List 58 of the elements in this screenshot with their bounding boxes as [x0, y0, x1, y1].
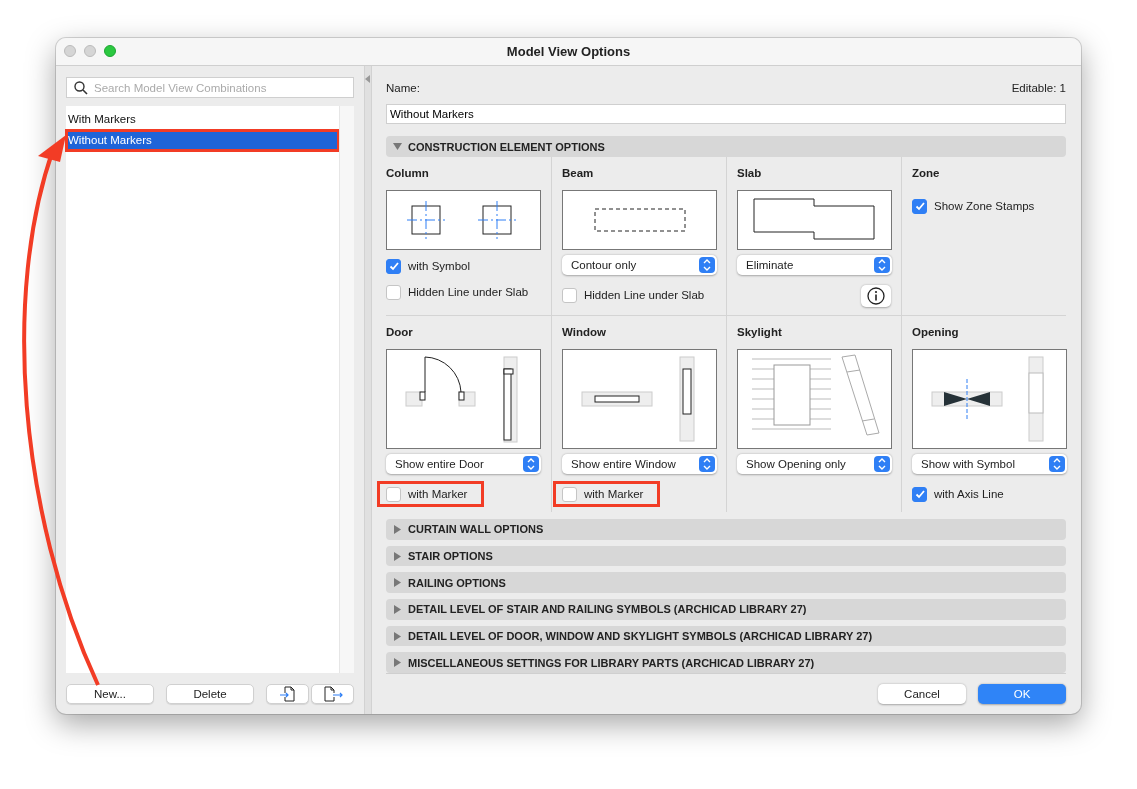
info-icon — [867, 287, 885, 306]
cancel-button[interactable]: Cancel — [878, 684, 966, 705]
group-title: Skylight — [737, 326, 782, 341]
window-title: Model View Options — [506, 44, 631, 59]
section-header[interactable]: DETAIL LEVEL OF STAIR AND RAILING SYMBOLS (ARCHICAD LIBRARY 27) — [386, 599, 1066, 620]
group-title: Slab — [737, 167, 762, 182]
push-button[interactable]: Delete — [166, 684, 254, 704]
dropdown[interactable]: Show entire Door — [386, 454, 541, 475]
search-icon — [74, 81, 88, 95]
checkbox[interactable]: Hidden Line under Slab — [386, 282, 533, 303]
checkbox[interactable]: with Axis Line — [912, 484, 1008, 505]
chevron-updown-icon — [699, 456, 715, 473]
section-header[interactable]: STAIR OPTIONS — [386, 545, 1066, 567]
search-field[interactable]: Search Model View Combinations — [66, 77, 355, 98]
section-header[interactable]: CONSTRUCTION ELEMENT OPTIONS — [386, 136, 1066, 158]
section-header[interactable]: RAILING OPTIONS — [386, 572, 1066, 594]
list-item[interactable]: Without Markers — [66, 130, 340, 151]
checkbox[interactable]: with Marker — [556, 484, 658, 505]
field-label: Name: — [386, 82, 420, 96]
section-header[interactable]: MISCELLANEOUS SETTINGS FOR LIBRARY PARTS (ARCHICAD LIBRARY 27) — [386, 652, 1066, 674]
checkbox[interactable]: Hidden Line under Slab — [562, 285, 709, 306]
dropdown[interactable]: Show with Symbol — [912, 454, 1067, 475]
checkmark-icon — [387, 260, 400, 273]
editable-count: Editable: 1 — [1011, 82, 1066, 96]
group-title: Beam — [562, 167, 594, 182]
push-button[interactable]: New... — [66, 684, 154, 704]
zoom-button[interactable] — [104, 45, 116, 57]
dropdown[interactable]: Show Opening only — [737, 454, 892, 475]
chevron-updown-icon — [523, 456, 539, 473]
group-title: Window — [562, 326, 606, 341]
checkbox[interactable]: with Symbol — [386, 256, 474, 277]
chevron-updown-icon — [699, 257, 715, 274]
group-title: Column — [386, 167, 429, 182]
list-item[interactable]: With Markers — [66, 109, 340, 130]
info-button[interactable] — [861, 285, 891, 308]
group-title: Door — [386, 326, 413, 341]
checkbox[interactable]: with Marker — [380, 484, 482, 505]
name-field[interactable]: Without Markers — [386, 103, 1066, 125]
chevron-updown-icon — [1049, 456, 1065, 473]
ok-button[interactable]: OK — [978, 684, 1066, 705]
minimize-button[interactable] — [84, 45, 96, 57]
group-title: Opening — [912, 326, 959, 341]
section-header[interactable]: CURTAIN WALL OPTIONS — [386, 519, 1066, 540]
chevron-updown-icon — [874, 456, 890, 473]
import-button[interactable] — [266, 684, 309, 704]
export-file-icon — [322, 685, 343, 703]
checkmark-icon — [913, 200, 926, 213]
dropdown[interactable]: Eliminate — [737, 255, 892, 276]
dropdown[interactable]: Contour only — [562, 255, 717, 276]
dropdown[interactable]: Show entire Window — [562, 454, 717, 475]
checkmark-icon — [913, 488, 926, 501]
close-button[interactable] — [64, 45, 76, 57]
export-button[interactable] — [311, 684, 354, 704]
checkbox[interactable]: Show Zone Stamps — [912, 196, 1039, 217]
group-title: Zone — [912, 167, 940, 182]
chevron-updown-icon — [874, 257, 890, 274]
section-header[interactable]: DETAIL LEVEL OF DOOR, WINDOW AND SKYLIGHT SYMBOLS (ARCHICAD LIBRARY 27) — [386, 625, 1066, 647]
import-file-icon — [278, 685, 297, 703]
